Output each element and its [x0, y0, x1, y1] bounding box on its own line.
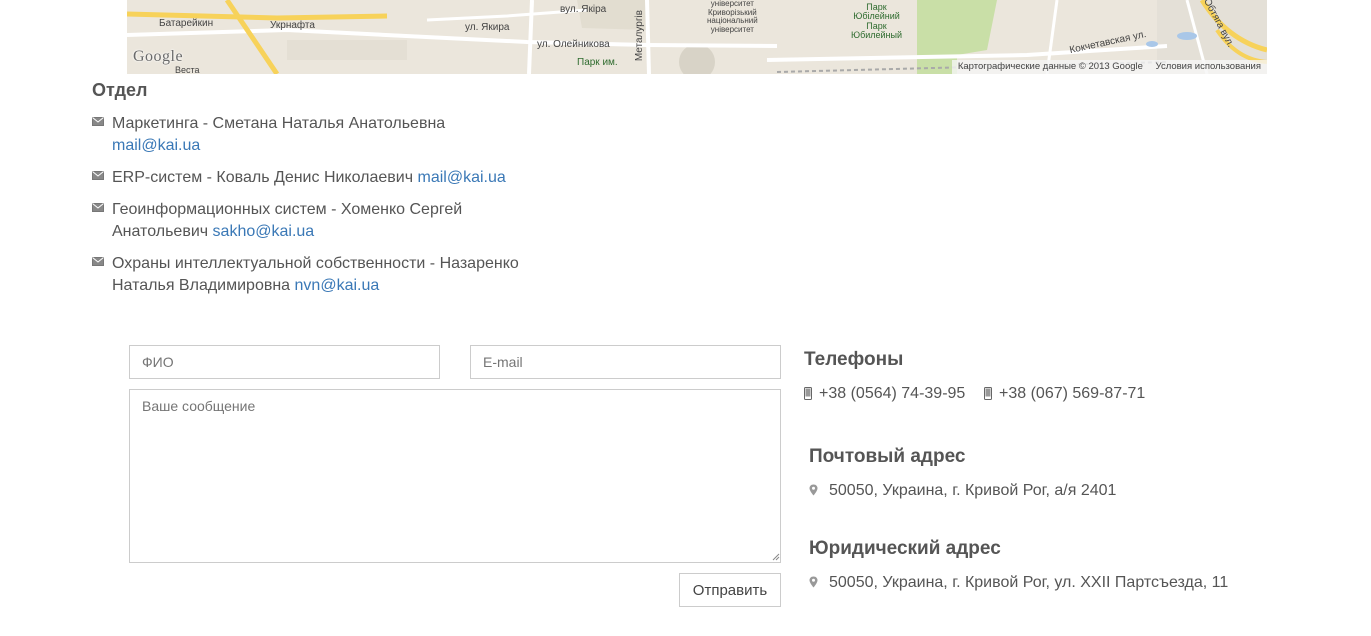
department-item: Охраны интеллектуальной собственности - …	[92, 253, 552, 297]
department-email-link[interactable]: mail@kai.ua	[112, 137, 200, 154]
map-label-batareikin: Батарейкин	[159, 18, 214, 29]
postal-address-title: Почтовый адрес	[809, 446, 966, 467]
message-textarea[interactable]	[129, 389, 781, 563]
department-email-link[interactable]: mail@kai.ua	[418, 169, 506, 186]
legal-address-text: 50050, Украина, г. Кривой Рог, ул. XXII …	[829, 574, 1229, 591]
legal-address-title: Юридический адрес	[809, 538, 1001, 559]
phone-number: +38 (0564) 74-39-95	[819, 385, 966, 402]
department-item: Маркетинга - Сметана Наталья Анатольевна…	[92, 113, 552, 157]
map-pin-icon	[809, 576, 818, 588]
department-email-link[interactable]: nvn@kai.ua	[295, 277, 380, 294]
department-item: Геоинформационных систем - Хоменко Серге…	[92, 199, 552, 243]
envelope-icon	[92, 171, 104, 180]
mobile-phone-icon	[804, 387, 812, 400]
map[interactable]: Батарейкин Укрнафта ул. Якира вул. Якіра…	[127, 0, 1267, 74]
phone-item: +38 (067) 569-87-71	[984, 384, 1145, 404]
map-label-vul-yakira: вул. Якіра	[560, 4, 607, 15]
resize-grip-icon[interactable]	[770, 551, 780, 561]
envelope-icon	[92, 257, 104, 266]
phone-number: +38 (067) 569-87-71	[999, 385, 1146, 402]
department-person: ERP-систем - Коваль Денис Николаевич	[112, 169, 414, 186]
map-label-park-yubileiny: Парк Юбілейний Парк Юбилейный	[851, 2, 903, 41]
department-email-link[interactable]: sakho@kai.ua	[213, 223, 315, 240]
department-person: Маркетинга - Сметана Наталья Анатольевна	[112, 115, 446, 132]
postal-address: 50050, Украина, г. Кривой Рог, а/я 2401	[809, 481, 1116, 501]
envelope-icon	[92, 203, 104, 212]
mobile-phone-icon	[984, 387, 992, 400]
department-title: Отдел	[92, 80, 148, 100]
email-field[interactable]	[470, 345, 781, 379]
phone-item: +38 (0564) 74-39-95	[804, 384, 965, 404]
department-list: Маркетинга - Сметана Наталья Анатольевна…	[92, 113, 552, 307]
map-credits: Картографические данные © 2013 Google Ус…	[951, 60, 1267, 74]
submit-button[interactable]: Отправить	[679, 573, 781, 607]
map-terms-link[interactable]: Условия использования	[1156, 61, 1261, 72]
map-pin-icon	[809, 484, 818, 496]
google-logo[interactable]: Google	[133, 48, 183, 66]
phones-title: Телефоны	[804, 349, 904, 370]
map-label-metalurgiv: Металургів	[634, 10, 645, 62]
map-label-park-im: Парк им.	[577, 57, 618, 68]
map-label-ul-oleinikova: ул. Олейникова	[537, 39, 610, 50]
map-label-university: національний університет Криворізький на…	[707, 0, 758, 34]
map-label-ul-yakira: ул. Якира	[465, 22, 510, 33]
department-item: ERP-систем - Коваль Денис Николаевич mai…	[92, 167, 552, 189]
envelope-icon	[92, 117, 104, 126]
name-field[interactable]	[129, 345, 440, 379]
postal-address-text: 50050, Украина, г. Кривой Рог, а/я 2401	[829, 482, 1117, 499]
legal-address: 50050, Украина, г. Кривой Рог, ул. XXII …	[809, 573, 1228, 593]
map-label-vesta: Веста	[175, 65, 200, 74]
map-label-ukrnafta: Укрнафта	[270, 20, 315, 31]
map-data-credit: Картографические данные © 2013 Google	[957, 61, 1143, 72]
